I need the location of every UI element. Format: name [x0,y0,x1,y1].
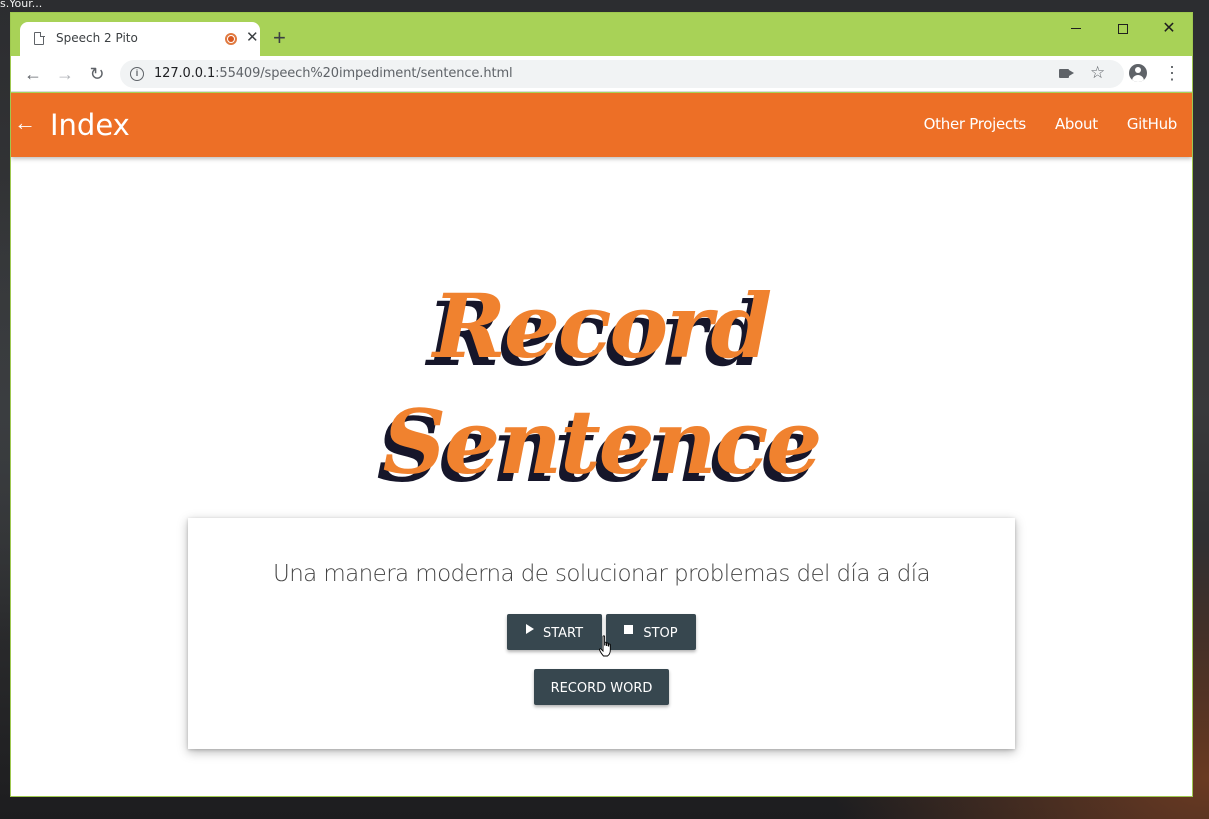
browser-toolbar: ← → ↻ i 127.0.0.1:55409/speech%20impedim… [11,56,1192,92]
account-icon[interactable] [1129,64,1147,82]
url-host: 127.0.0.1 [154,66,216,81]
reload-button[interactable]: ↻ [85,62,109,86]
browser-menu-icon[interactable]: ⋮ [1163,61,1181,85]
stop-button[interactable]: STOP [606,614,696,650]
nav-link-other-projects[interactable]: Other Projects [924,115,1027,133]
maximize-button[interactable] [1100,15,1146,43]
hero-line2-text: Sentence [382,390,823,494]
play-icon [525,624,534,634]
new-tab-button[interactable]: + [273,26,286,50]
app-bar: ← Index Other Projects About GitHub [11,93,1192,157]
hand-cursor-icon [599,635,611,657]
desktop-corner-text: s.Your... [0,0,43,10]
tab-close-icon[interactable]: ✕ [246,28,259,48]
tab-speech-2-pito[interactable]: Speech 2 Pito ✕ [20,22,260,56]
stop-label: STOP [643,625,678,641]
url-text[interactable]: 127.0.0.1:55409/speech%20impediment/sent… [154,66,513,81]
control-card: Una manera moderna de solucionar problem… [188,518,1015,749]
tab-strip: Speech 2 Pito ✕ + ✕ [11,13,1192,56]
tab-title: Speech 2 Pito [56,31,138,45]
url-path: :55409/speech%20impediment/sentence.html [215,66,513,81]
close-window-button[interactable]: ✕ [1146,15,1192,43]
brand-index-link[interactable]: Index [50,107,130,143]
minimize-button[interactable] [1053,15,1099,43]
hero-title: Record Record Sentence Sentence [11,268,1192,502]
camera-icon[interactable] [1059,69,1074,78]
address-bar[interactable]: i 127.0.0.1:55409/speech%20impediment/se… [120,60,1124,88]
forward-button[interactable]: → [53,62,77,86]
nav-link-github[interactable]: GitHub [1127,115,1177,133]
recording-indicator-icon [225,33,237,45]
minimize-icon [1071,28,1081,30]
page-viewport: ← Index Other Projects About GitHub Reco… [11,93,1192,796]
maximize-icon [1118,23,1128,34]
back-arrow-icon[interactable]: ← [14,111,36,135]
browser-window: Speech 2 Pito ✕ + ✕ ← → ↻ i 127.0.0.1:55… [10,12,1193,797]
nav-links: Other Projects About GitHub [895,115,1178,133]
info-icon[interactable]: i [130,67,144,81]
back-button[interactable]: ← [21,62,45,86]
nav-link-about[interactable]: About [1055,115,1098,133]
page-icon [34,31,45,45]
start-label: START [542,625,584,641]
start-button[interactable]: START [507,614,602,650]
hero-line-sentence: Sentence Sentence [11,384,1192,502]
record-word-button[interactable]: RECORD WORD [534,669,669,705]
hero-line1-text: Record [432,274,772,378]
record-word-label: RECORD WORD [550,680,653,696]
bookmark-star-icon[interactable]: ☆ [1090,63,1105,83]
stop-icon [624,624,634,634]
card-subtitle: Una manera moderna de solucionar problem… [272,561,931,587]
hero-line-record: Record Record [11,268,1192,386]
